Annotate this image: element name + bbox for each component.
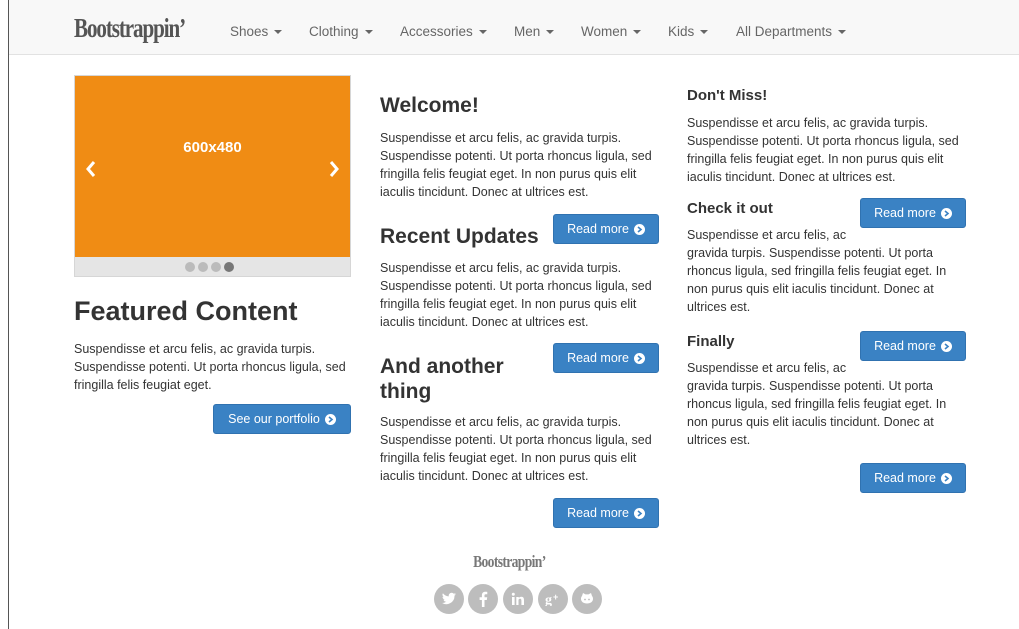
nav-clothing[interactable]: Clothing xyxy=(309,24,373,39)
carousel-placeholder-label: 600x480 xyxy=(183,139,242,156)
welcome-text: Suspendisse et arcu felis, ac gravida tu… xyxy=(380,131,652,199)
brand-logo[interactable]: Bootstrappin’ xyxy=(74,13,186,44)
button-label: Read more xyxy=(567,351,629,365)
caret-down-icon xyxy=(274,30,283,35)
svg-text:+: + xyxy=(553,592,558,602)
nav-label: Women xyxy=(581,24,628,39)
footer-brand-logo[interactable]: Bootstrappin’ xyxy=(473,552,546,572)
carousel-indicator[interactable] xyxy=(211,262,221,272)
nav-accessories[interactable]: Accessories xyxy=(400,24,487,39)
caret-down-icon xyxy=(364,30,373,35)
chevron-right-icon[interactable] xyxy=(328,160,340,178)
nav-label: Men xyxy=(514,24,541,39)
recent-read-more-button[interactable]: Read more xyxy=(553,343,659,373)
carousel-indicator-active[interactable] xyxy=(224,262,234,272)
github-icon[interactable] xyxy=(572,584,602,614)
nav-women[interactable]: Women xyxy=(581,24,642,39)
final-read-more-button[interactable]: Read more xyxy=(860,463,966,493)
caret-down-icon xyxy=(700,30,709,35)
linkedin-icon[interactable] xyxy=(503,584,533,614)
arrow-circle-right-icon xyxy=(940,472,952,484)
nav-label: All Departments xyxy=(736,24,833,39)
navbar: Bootstrappin’ Shoes Clothing Accessories… xyxy=(9,0,1019,55)
see-portfolio-button[interactable]: See our portfolio xyxy=(213,404,351,434)
button-label: See our portfolio xyxy=(228,412,320,426)
chevron-left-icon[interactable] xyxy=(85,160,97,178)
footer-brand: Bootstrappin’ xyxy=(0,552,1019,572)
image-carousel[interactable]: 600x480 xyxy=(74,75,351,277)
check-it-out-text: gravida turpis. Suspendisse potenti. Ut … xyxy=(687,246,947,314)
nav-label: Clothing xyxy=(309,24,359,39)
carousel-indicator[interactable] xyxy=(185,262,195,272)
welcome-title: Welcome! xyxy=(380,94,479,117)
arrow-circle-right-icon xyxy=(633,352,645,364)
finally-read-more-button[interactable]: Read more xyxy=(860,331,966,361)
welcome-read-more-button[interactable]: Read more xyxy=(553,214,659,244)
nav-men[interactable]: Men xyxy=(514,24,555,39)
nav-label: Kids xyxy=(668,24,695,39)
button-label: Read more xyxy=(874,206,936,220)
button-label: Read more xyxy=(567,222,629,236)
facebook-icon[interactable] xyxy=(468,584,498,614)
check-it-out-title: Check it out xyxy=(687,200,773,217)
arrow-circle-right-icon xyxy=(940,207,952,219)
dont-miss-title: Don't Miss! xyxy=(687,87,768,104)
check-it-out-text-line: Suspendisse et arcu felis, ac xyxy=(687,228,847,242)
another-read-more-button[interactable]: Read more xyxy=(553,498,659,528)
svg-text:g: g xyxy=(545,593,552,606)
arrow-circle-right-icon xyxy=(940,340,952,352)
arrow-circle-right-icon xyxy=(633,507,645,519)
title-line: thing xyxy=(380,380,432,403)
window-edge xyxy=(8,0,9,629)
finally-text: gravida turpis. Suspendisse potenti. Ut … xyxy=(687,379,947,447)
featured-title: Featured Content xyxy=(74,296,298,326)
carousel-indicator[interactable] xyxy=(198,262,208,272)
check-read-more-button[interactable]: Read more xyxy=(860,198,966,228)
arrow-circle-right-icon xyxy=(633,223,645,235)
another-thing-title: And another thing xyxy=(380,354,504,404)
caret-down-icon xyxy=(838,30,847,35)
finally-text-line: Suspendisse et arcu felis, ac xyxy=(687,361,847,375)
dont-miss-text: Suspendisse et arcu felis, ac gravida tu… xyxy=(687,116,959,184)
title-line: And another xyxy=(380,355,504,378)
button-label: Read more xyxy=(874,339,936,353)
nav-label: Shoes xyxy=(230,24,269,39)
caret-down-icon xyxy=(478,30,487,35)
twitter-icon[interactable] xyxy=(434,584,464,614)
nav-kids[interactable]: Kids xyxy=(668,24,709,39)
caret-down-icon xyxy=(546,30,555,35)
nav-shoes[interactable]: Shoes xyxy=(230,24,283,39)
caret-down-icon xyxy=(633,30,642,35)
another-thing-text: Suspendisse et arcu felis, ac gravida tu… xyxy=(380,415,652,483)
finally-title: Finally xyxy=(687,333,735,350)
recent-updates-text: Suspendisse et arcu felis, ac gravida tu… xyxy=(380,261,652,329)
featured-text: Suspendisse et arcu felis, ac gravida tu… xyxy=(74,342,346,392)
google-plus-icon[interactable]: g + xyxy=(538,584,568,614)
arrow-circle-right-icon xyxy=(324,413,336,425)
button-label: Read more xyxy=(874,471,936,485)
button-label: Read more xyxy=(567,506,629,520)
nav-all-departments[interactable]: All Departments xyxy=(736,24,847,39)
nav-label: Accessories xyxy=(400,24,473,39)
recent-updates-title: Recent Updates xyxy=(380,225,539,248)
carousel-indicators xyxy=(75,257,350,276)
